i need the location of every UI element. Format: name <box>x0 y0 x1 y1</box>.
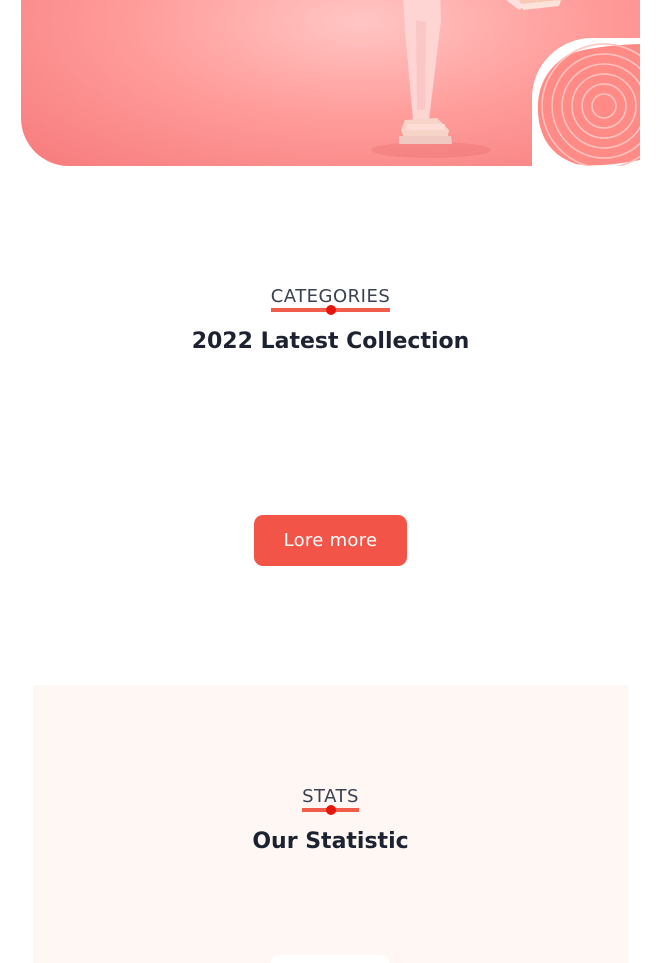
stats-title: Our Statistic <box>252 829 409 854</box>
stats-tag-label: STATS <box>302 786 359 807</box>
categories-tag-label: CATEGORIES <box>270 286 391 307</box>
stats-tag-dot <box>325 805 336 815</box>
categories-title: 2022 Latest Collection <box>191 329 470 354</box>
page: CATEGORIES 2022 Latest Collection Lore m… <box>0 0 661 963</box>
stats-card <box>271 955 389 963</box>
categories-tag-dot <box>325 305 336 315</box>
categories-tag: CATEGORIES <box>0 286 661 315</box>
stats-panel <box>33 685 628 963</box>
concentric-rings-icon <box>536 42 640 166</box>
stats-tag: STATS <box>0 786 661 815</box>
lore-more-button[interactable]: Lore more <box>254 515 407 566</box>
